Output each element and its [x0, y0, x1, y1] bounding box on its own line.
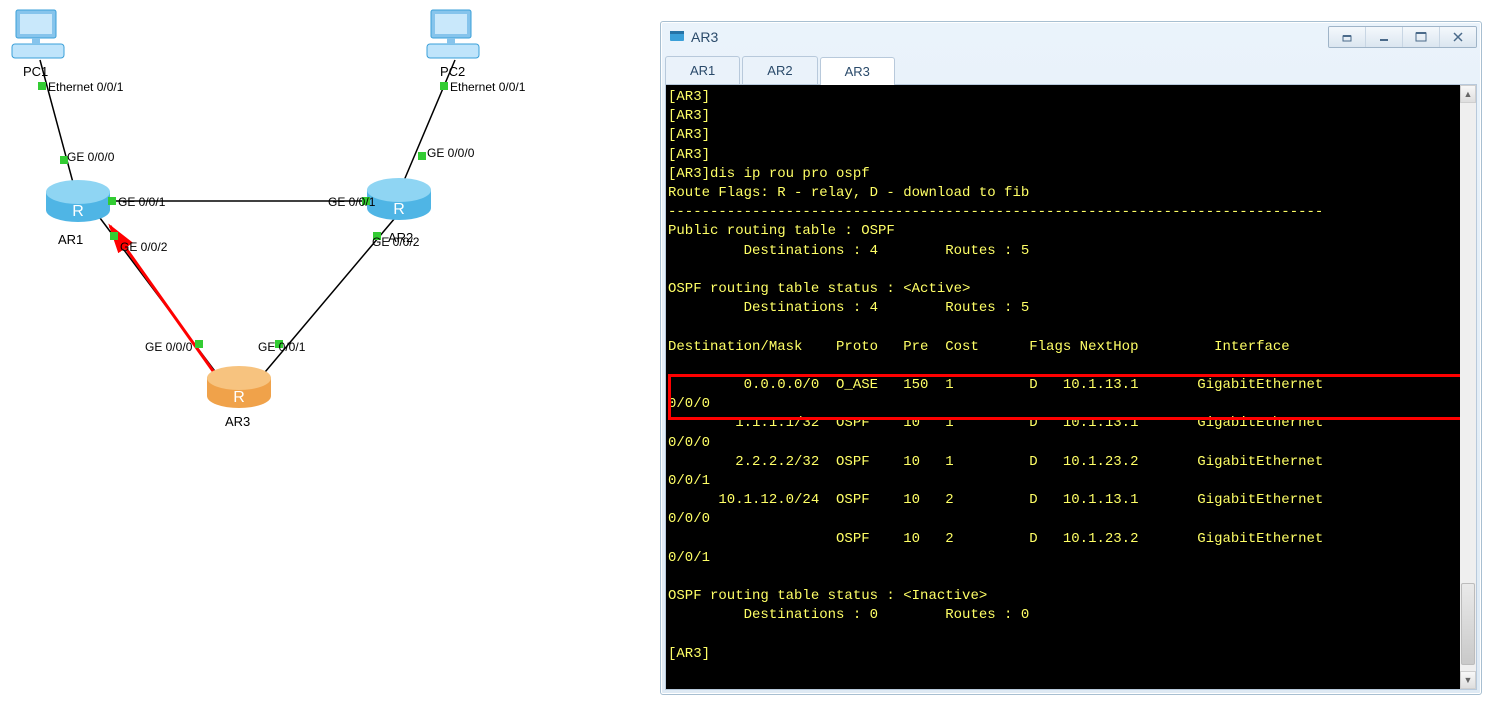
port-dot: [440, 82, 448, 90]
scroll-down-button[interactable]: ▼: [1460, 671, 1476, 689]
port-label: Ethernet 0/0/1: [48, 80, 123, 94]
device-label-ar1: AR1: [58, 232, 83, 247]
device-label-ar3: AR3: [225, 414, 250, 429]
svg-text:R: R: [393, 201, 405, 218]
port-dot: [38, 82, 46, 90]
svg-text:R: R: [233, 389, 245, 406]
device-ar3[interactable]: R: [205, 366, 273, 406]
scroll-thumb[interactable]: [1461, 583, 1475, 665]
topology-canvas: PC1 PC2 R AR1 R AR2: [0, 0, 620, 710]
port-label: GE 0/0/0: [427, 146, 474, 160]
port-label: GE 0/0/0: [67, 150, 114, 164]
port-label: Ethernet 0/0/1: [450, 80, 525, 94]
terminal-area[interactable]: [AR3] [AR3] [AR3] [AR3] [AR3]dis ip rou …: [665, 84, 1477, 690]
titlebar[interactable]: AR3: [661, 22, 1481, 52]
port-dot: [108, 197, 116, 205]
port-dot: [418, 152, 426, 160]
window-minimize-button[interactable]: [1365, 27, 1402, 47]
tab-ar1[interactable]: AR1: [665, 56, 740, 84]
topology-links: [0, 0, 620, 460]
app-icon: [669, 29, 685, 45]
scroll-track[interactable]: [1460, 103, 1476, 671]
window-maximize-button[interactable]: [1402, 27, 1439, 47]
svg-text:R: R: [72, 203, 84, 220]
scrollbar[interactable]: ▲ ▼: [1460, 85, 1476, 689]
tab-ar3[interactable]: AR3: [820, 57, 895, 85]
port-dot: [195, 340, 203, 348]
device-label-pc1: PC1: [23, 64, 48, 79]
device-label-pc2: PC2: [440, 64, 465, 79]
port-label: GE 0/0/2: [372, 235, 419, 249]
port-label: GE 0/0/0: [145, 340, 192, 354]
scroll-up-button[interactable]: ▲: [1460, 85, 1476, 103]
port-label: GE 0/0/1: [328, 195, 375, 209]
window-title: AR3: [691, 29, 1328, 45]
terminal-window: AR3 AR1 AR2 AR3 [AR3] [AR3] [AR3] [AR3] …: [660, 21, 1482, 695]
port-dot: [110, 232, 118, 240]
port-label: GE 0/0/1: [258, 340, 305, 354]
terminal-output[interactable]: [AR3] [AR3] [AR3] [AR3] [AR3]dis ip rou …: [666, 85, 1460, 667]
device-pc1[interactable]: [10, 6, 66, 62]
window-restore-down-button[interactable]: [1329, 27, 1365, 47]
device-ar1[interactable]: R: [44, 180, 112, 220]
port-label: GE 0/0/1: [118, 195, 165, 209]
device-pc2[interactable]: [425, 6, 481, 62]
tab-ar2[interactable]: AR2: [742, 56, 817, 84]
port-label: GE 0/0/2: [120, 240, 167, 254]
window-close-button[interactable]: [1439, 27, 1476, 47]
tab-bar: AR1 AR2 AR3: [665, 56, 1477, 84]
window-buttons: [1328, 26, 1477, 48]
